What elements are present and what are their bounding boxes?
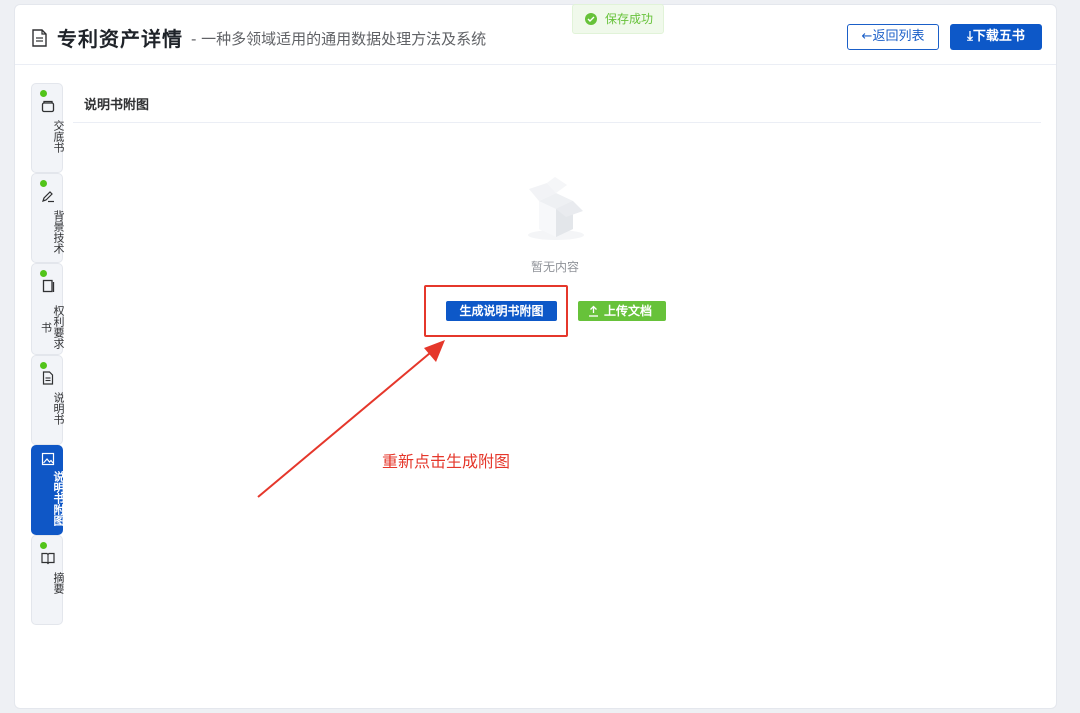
- tab-disclosure[interactable]: 交底书: [31, 83, 65, 173]
- tab-label: 说明书附图: [52, 471, 65, 526]
- section-divider: [73, 122, 1041, 123]
- status-dot: [40, 90, 47, 97]
- open-book-icon: [41, 552, 55, 565]
- generate-drawings-button[interactable]: 生成说明书附图: [446, 301, 557, 321]
- document-icon: [42, 371, 54, 385]
- tab-label: 权利要求书: [39, 305, 66, 349]
- tab-label: 背景技术: [52, 210, 65, 254]
- download-button[interactable]: ⤓下载五书: [950, 24, 1042, 50]
- status-dot: [40, 362, 47, 369]
- page-header: 专利资产详情 - 一种多领域适用的通用数据处理方法及系统 ←返回列表 ⤓下载五书: [15, 5, 1056, 65]
- section-title: 说明书附图: [84, 98, 150, 113]
- page-title: 专利资产详情: [57, 27, 183, 51]
- patent-name: - 一种多领域适用的通用数据处理方法及系统: [191, 30, 487, 48]
- tab-claims[interactable]: 权利要求书: [31, 263, 66, 355]
- check-circle-icon: [585, 13, 597, 25]
- tab-label: 说明书: [52, 392, 65, 425]
- pen-icon: [42, 191, 54, 203]
- download-label: 下载五书: [972, 29, 1025, 44]
- patent-detail-card: 专利资产详情 - 一种多领域适用的通用数据处理方法及系统 ←返回列表 ⤓下载五书…: [14, 4, 1057, 709]
- annotation-text: 重新点击生成附图: [382, 452, 511, 471]
- tab-specification[interactable]: 说明书: [31, 355, 65, 445]
- tab-background[interactable]: 背景技术: [31, 173, 65, 263]
- empty-state-text: 暂无内容: [530, 260, 579, 274]
- toast-message: 保存成功: [605, 12, 654, 26]
- upload-label: 上传文档: [604, 304, 653, 318]
- status-dot: [40, 270, 47, 277]
- folder-icon: [41, 100, 55, 113]
- image-icon: [41, 452, 55, 466]
- upload-document-button[interactable]: 上传文档: [578, 301, 666, 321]
- document-icon: [32, 29, 47, 47]
- tab-label: 交底书: [52, 120, 65, 153]
- upload-icon: [589, 305, 598, 317]
- save-success-toast: 保存成功: [572, 4, 664, 34]
- tab-abstract[interactable]: 摘要: [31, 535, 65, 625]
- status-dot: [40, 180, 47, 187]
- sidebar-tabs: 交底书 背景技术 权利要求书 说明书 说明书附图 摘要: [31, 83, 66, 625]
- book-icon: [42, 279, 55, 293]
- empty-box-illustration: [528, 177, 584, 240]
- tab-drawings[interactable]: 说明书附图: [31, 445, 65, 535]
- back-to-list-button[interactable]: ←返回列表: [847, 24, 939, 50]
- status-dot: [40, 542, 47, 549]
- tab-label: 摘要: [52, 572, 65, 594]
